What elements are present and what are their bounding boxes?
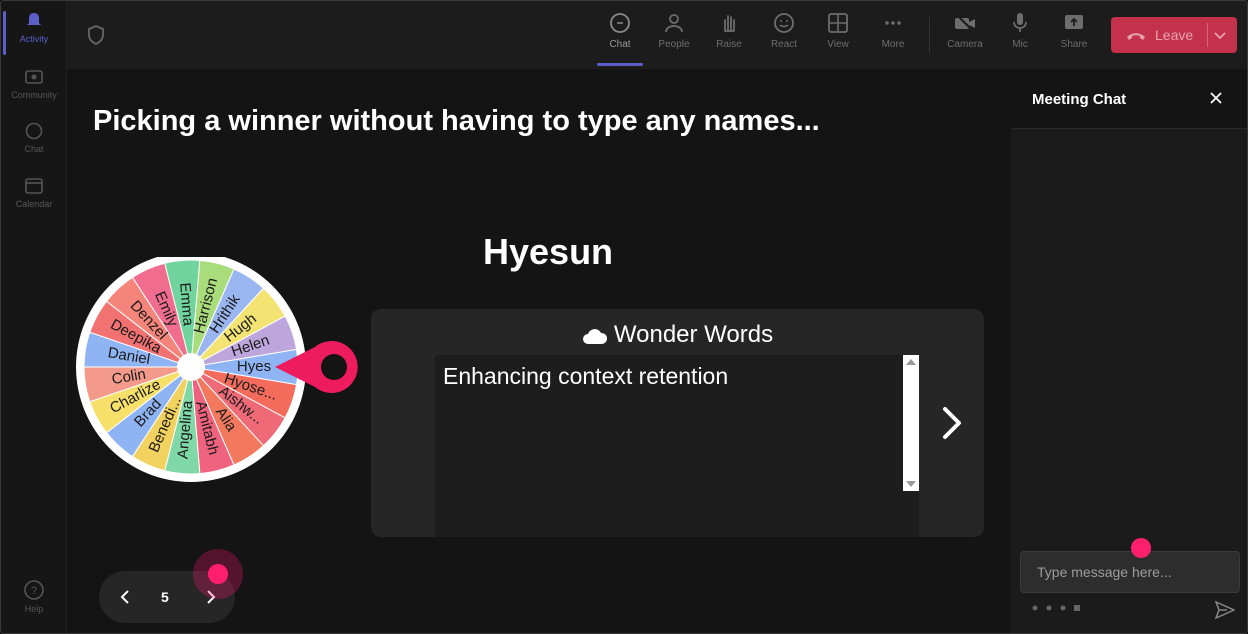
leave-label: Leave — [1155, 27, 1194, 43]
pointer-dot — [208, 564, 228, 584]
toolbar-label: Mic — [1012, 39, 1028, 50]
svg-text:?: ? — [31, 585, 37, 597]
wheel-slice-label: Hyes — [237, 358, 271, 375]
leave-button[interactable]: Leave — [1111, 17, 1237, 53]
camera-off-icon — [955, 13, 975, 33]
cloud-icon — [582, 329, 607, 344]
chat-header: Meeting Chat — [1011, 69, 1247, 129]
toolbar-label: Share — [1060, 39, 1088, 50]
leave-split-divider — [1207, 23, 1208, 47]
wonder-words-text: Enhancing context retention — [443, 363, 729, 389]
wheel-hub — [177, 353, 205, 381]
rail-item-activity[interactable]: Activity — [1, 11, 67, 55]
more-icon — [885, 21, 901, 25]
toolbar-raise-button[interactable]: Raise — [704, 11, 754, 50]
toolbar-camera-button[interactable]: Camera — [940, 11, 990, 50]
wonder-words-title: Wonder Words — [371, 321, 984, 349]
chat-title: Meeting Chat — [1032, 91, 1127, 108]
wonder-words-scrollbar[interactable] — [903, 355, 919, 491]
toolbar-view-button[interactable]: View — [813, 11, 863, 50]
spinner-wheel[interactable]: HyesHyose...Aishw...AliaAmitabhAngelinaB… — [75, 257, 365, 487]
calendar-icon — [25, 178, 43, 194]
toolbar-divider — [929, 17, 930, 53]
toolbar-people-button[interactable]: People — [649, 11, 699, 50]
toolbar-share-button[interactable]: Share — [1049, 11, 1099, 50]
rail-item-label: Calendar — [15, 199, 53, 209]
meeting-chat-panel: Meeting Chat — [1011, 69, 1247, 633]
send-icon[interactable] — [1215, 601, 1235, 619]
format-tools-icon — [1032, 605, 1080, 611]
chat-message-input[interactable] — [1020, 551, 1240, 593]
toolbar-label: More — [881, 39, 905, 50]
wonder-words-textbox[interactable]: Enhancing context retention — [435, 355, 919, 537]
toolbar-mic-button[interactable]: Mic — [995, 11, 1045, 50]
shield-icon[interactable] — [87, 25, 105, 45]
meeting-toolbar: Chat People Raise React View More Camera — [67, 1, 1247, 69]
rail-item-label: Chat — [24, 144, 44, 154]
chat-bubble-icon — [25, 122, 43, 140]
raise-hand-icon — [724, 15, 735, 32]
next-word-chevron-icon[interactable] — [937, 405, 967, 441]
toolbar-react-button[interactable]: React — [759, 11, 809, 50]
chat-icon — [610, 13, 630, 33]
presentation-slide: Picking a winner without having to type … — [67, 69, 1011, 633]
pointer-dot — [1131, 538, 1151, 558]
chevron-down-icon[interactable] — [1213, 28, 1227, 42]
rail-item-label: Community — [11, 90, 57, 100]
people-icon — [665, 14, 683, 33]
slide-title: Picking a winner without having to type … — [93, 105, 820, 137]
view-icon — [828, 13, 848, 33]
rail-item-calendar[interactable]: Calendar — [1, 176, 67, 209]
toolbar-label: React — [770, 39, 798, 50]
rail-item-community[interactable]: Community — [1, 67, 67, 100]
close-icon[interactable] — [1209, 91, 1223, 105]
meeting-window: Activity Community Chat Calendar ? Help … — [0, 0, 1248, 634]
scroll-up-icon[interactable] — [906, 359, 916, 365]
rail-item-help[interactable]: ? Help — [1, 579, 67, 614]
hang-up-icon — [1127, 33, 1145, 40]
toolbar-more-button[interactable]: More — [868, 11, 918, 50]
slide-number: 5 — [161, 589, 169, 605]
toolbar-label: View — [827, 39, 849, 50]
help-label: Help — [24, 604, 44, 614]
chat-format-tools[interactable] — [1031, 603, 1081, 615]
previous-slide-icon[interactable] — [117, 589, 133, 605]
bell-icon — [27, 13, 41, 25]
share-icon — [1065, 15, 1083, 29]
left-rail: Activity Community Chat Calendar ? Help — [1, 1, 67, 633]
toolbar-label: Camera — [947, 39, 983, 50]
mic-icon — [1013, 13, 1027, 32]
toolbar-chat-button[interactable]: Chat — [595, 11, 645, 50]
scroll-down-icon[interactable] — [906, 481, 916, 487]
toolbar-label: People — [658, 39, 690, 50]
react-icon — [774, 13, 794, 33]
rail-item-label: Activity — [19, 34, 49, 44]
help-icon: ? — [24, 580, 44, 600]
rail-item-chat[interactable]: Chat — [1, 121, 67, 154]
toolbar-label: Raise — [716, 39, 742, 50]
active-tab-indicator — [597, 63, 643, 66]
toolbar-label: Chat — [609, 39, 631, 50]
wonder-words-card: Wonder Words Enhancing context retention — [371, 309, 984, 537]
community-icon — [25, 70, 43, 84]
winner-name: Hyesun — [483, 231, 614, 272]
wonder-words-title-text: Wonder Words — [613, 321, 774, 348]
